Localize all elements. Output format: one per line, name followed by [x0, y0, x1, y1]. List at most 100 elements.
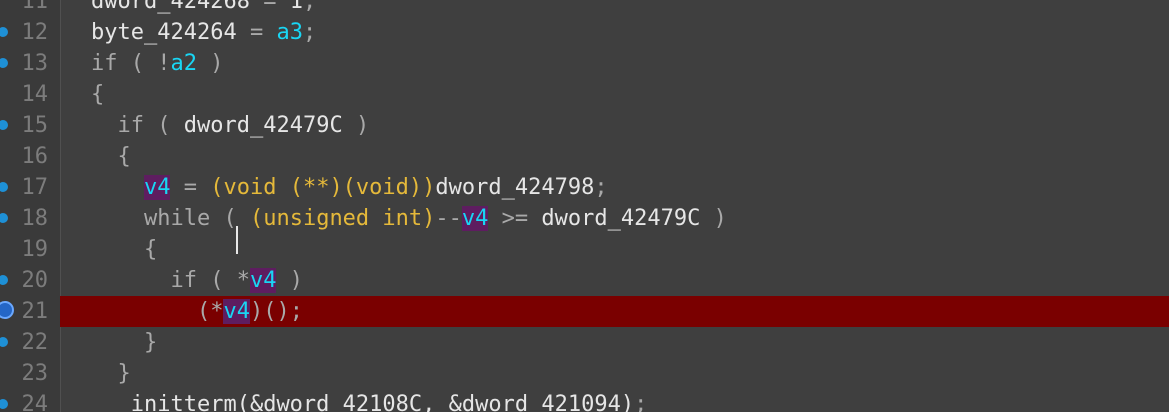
- code-token: if: [170, 268, 197, 293]
- code-line[interactable]: 24 _initterm(&dword_42108C, &dword_42109…: [0, 389, 1169, 412]
- code-line[interactable]: 15 if ( dword_42479C ): [0, 110, 1169, 141]
- breakpoint-icon[interactable]: [0, 182, 8, 192]
- code-text[interactable]: if ( dword_42479C ): [91, 110, 370, 141]
- code-text[interactable]: if ( *v4 ): [91, 265, 303, 296]
- code-text[interactable]: (*v4)();: [91, 296, 303, 327]
- code-line[interactable]: 19 {: [0, 234, 1169, 265]
- code-token[interactable]: a3: [276, 20, 303, 45]
- line-number: 15: [21, 113, 49, 138]
- line-number: 24: [21, 392, 49, 412]
- line-number: 18: [21, 206, 49, 231]
- breakpoint-icon[interactable]: [0, 337, 8, 347]
- gutter-cell[interactable]: 18: [0, 203, 60, 234]
- local-variable[interactable]: v4: [249, 268, 277, 293]
- local-variable[interactable]: v4: [143, 175, 171, 200]
- gutter-cell[interactable]: 11: [0, 0, 60, 17]
- line-number: 23: [21, 361, 49, 386]
- gutter-cell[interactable]: 17: [0, 172, 60, 203]
- code-token: >=: [488, 206, 542, 231]
- code-token: =: [249, 0, 290, 14]
- code-text[interactable]: byte_424264 = a3;: [91, 17, 316, 48]
- code-text[interactable]: v4 = (void (**)(void))dword_424798;: [91, 172, 608, 203]
- gutter-cell[interactable]: 16: [0, 141, 60, 172]
- code-token: )();: [249, 299, 303, 324]
- line-number: 20: [21, 268, 49, 293]
- code-token: ): [276, 268, 303, 293]
- line-number: 22: [21, 330, 49, 355]
- code-line[interactable]: 12 byte_424264 = a3;: [0, 17, 1169, 48]
- code-token: }: [91, 361, 131, 386]
- local-variable[interactable]: v4: [223, 299, 250, 324]
- breakpoint-icon[interactable]: [0, 213, 8, 223]
- code-text[interactable]: }: [91, 358, 131, 389]
- gutter-cell[interactable]: 12: [0, 17, 60, 48]
- line-number: 17: [21, 175, 49, 200]
- code-token: (*: [91, 299, 224, 324]
- code-text[interactable]: if ( !a2 ): [91, 48, 223, 79]
- code-line[interactable]: 11 dword_424268 = 1;: [0, 0, 1169, 17]
- code-line[interactable]: 20 if ( *v4 ): [0, 265, 1169, 296]
- gutter-cell[interactable]: 14: [0, 79, 60, 110]
- code-token[interactable]: dword_424268: [91, 0, 250, 14]
- code-line[interactable]: 13 if ( !a2 ): [0, 48, 1169, 79]
- code-line[interactable]: 16 {: [0, 141, 1169, 172]
- local-variable[interactable]: v4: [461, 206, 489, 231]
- breakpoint-icon[interactable]: [0, 399, 8, 409]
- code-token[interactable]: dword_42479C: [184, 113, 343, 138]
- code-token[interactable]: dword_424798: [435, 175, 594, 200]
- code-token: =: [170, 175, 211, 200]
- code-line[interactable]: 23 }: [0, 358, 1169, 389]
- code-token: ;: [594, 175, 608, 200]
- line-number: 21: [21, 299, 49, 324]
- breakpoint-icon[interactable]: [0, 27, 8, 37]
- code-line[interactable]: 14 {: [0, 79, 1169, 110]
- line-number: 16: [21, 144, 49, 169]
- code-text[interactable]: {: [91, 141, 130, 172]
- code-token: ( !: [117, 51, 171, 76]
- code-text[interactable]: }: [91, 327, 157, 358]
- gutter-cell[interactable]: 23: [0, 358, 60, 389]
- code-token[interactable]: byte_424264: [91, 20, 237, 45]
- line-number: 14: [21, 82, 49, 107]
- current-line[interactable]: 21 (*v4)();: [0, 296, 1169, 327]
- code-token: if: [91, 51, 118, 76]
- code-token: ): [196, 51, 224, 76]
- gutter-cell[interactable]: 22: [0, 327, 60, 358]
- gutter-cell[interactable]: 13: [0, 48, 60, 79]
- code-token: --: [435, 206, 462, 231]
- current-breakpoint-icon[interactable]: [0, 301, 14, 319]
- code-token: {: [91, 82, 105, 107]
- pseudocode-editor[interactable]: 11 dword_424268 = 1; 12 byte_424264 = a3; 13…: [0, 0, 1169, 412]
- breakpoint-icon[interactable]: [0, 275, 8, 285]
- code-line[interactable]: 22 }: [0, 327, 1169, 358]
- code-token: while: [143, 206, 211, 231]
- text-cursor: [236, 226, 238, 254]
- code-line[interactable]: 18 while ( (unsigned int)--v4 >= dword_4…: [0, 203, 1169, 234]
- code-token[interactable]: dword_42479C: [541, 206, 700, 231]
- code-text[interactable]: {: [91, 234, 157, 265]
- code-line[interactable]: 17 v4 = (void (**)(void))dword_424798;: [0, 172, 1169, 203]
- gutter-cell[interactable]: 20: [0, 265, 60, 296]
- breakpoint-icon[interactable]: [0, 58, 8, 68]
- breakpoint-icon[interactable]: [0, 120, 8, 130]
- code-token: ( *: [196, 268, 250, 293]
- code-token: ): [700, 206, 727, 231]
- code-text[interactable]: _initterm(&dword_42108C, &dword_421094);: [91, 389, 648, 412]
- gutter-cell[interactable]: 19: [0, 234, 60, 265]
- line-number: 19: [21, 237, 49, 262]
- code-token[interactable]: _initterm(&dword_42108C, &dword_421094): [118, 392, 635, 412]
- gutter-cell[interactable]: 15: [0, 110, 60, 141]
- gutter-cell[interactable]: 24: [0, 389, 60, 412]
- gutter-cell[interactable]: 21: [0, 296, 60, 327]
- code-token: if: [117, 113, 145, 138]
- code-text[interactable]: dword_424268 = 1;: [91, 0, 316, 17]
- code-text[interactable]: {: [91, 79, 104, 110]
- code-token: ): [342, 113, 370, 138]
- code-text[interactable]: while ( (unsigned int)--v4 >= dword_4247…: [91, 203, 727, 234]
- code-token: (unsigned int): [249, 206, 436, 231]
- code-token[interactable]: a2: [170, 51, 197, 76]
